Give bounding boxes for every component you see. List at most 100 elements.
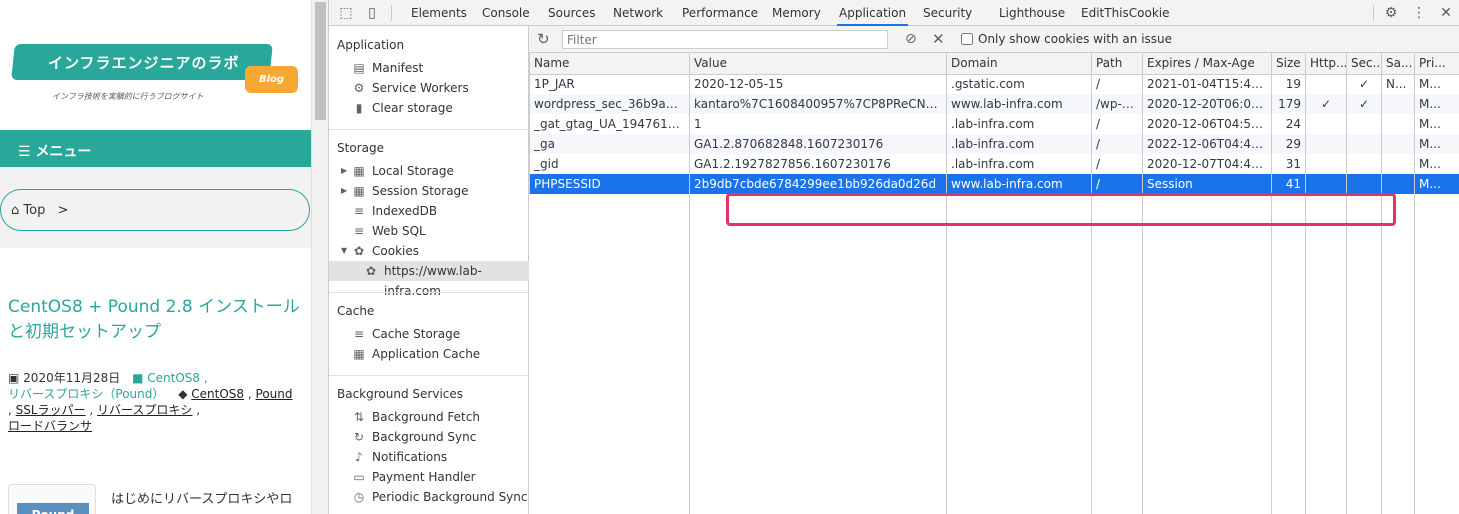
cell-path[interactable]: / <box>1091 154 1143 174</box>
article-thumbnail[interactable]: Pound <box>8 484 96 514</box>
sidebar-item-application-cache[interactable]: ▦ Application Cache <box>329 344 529 364</box>
delete-selected-icon[interactable]: ✕ <box>932 30 948 48</box>
article-title[interactable]: CentOS8 + Pound 2.8 インストールと初期セットアップ <box>8 295 304 345</box>
cell-path[interactable]: / <box>1091 74 1143 94</box>
sidebar-item-manifest[interactable]: ▤ Manifest <box>329 58 529 78</box>
table-row[interactable]: PHPSESSID 2b9db7cbde6784299ee1bb926da0d26… <box>529 174 1459 194</box>
cell-expires[interactable]: 2020-12-06T04:50:35... <box>1142 114 1272 134</box>
cell-priority[interactable]: M... <box>1414 154 1459 174</box>
column-header-samesite[interactable]: Sa... <box>1381 53 1415 75</box>
sidebar-item-background-sync[interactable]: ↻ Background Sync <box>329 427 529 447</box>
cell-value[interactable]: GA1.2.870682848.1607230176 <box>689 134 947 154</box>
cell-domain[interactable]: .lab-infra.com <box>946 114 1092 134</box>
table-row[interactable]: _ga GA1.2.870682848.1607230176 .lab-infra.… <box>529 134 1459 154</box>
site-scrollbar[interactable] <box>311 0 328 514</box>
category-link[interactable]: リバースプロキシ（Pound） <box>8 387 164 401</box>
cell-name[interactable]: PHPSESSID <box>529 174 690 194</box>
column-header-secure[interactable]: Sec... <box>1346 53 1382 75</box>
cell-domain[interactable]: www.lab-infra.com <box>946 174 1092 194</box>
sidebar-item-notifications[interactable]: ♪ Notifications <box>329 447 529 467</box>
cell-name[interactable]: _ga <box>529 134 690 154</box>
column-header-path[interactable]: Path <box>1091 53 1143 75</box>
cell-samesite[interactable] <box>1381 174 1415 194</box>
cell-http[interactable] <box>1305 74 1347 94</box>
expand-arrow-icon[interactable]: ▶ <box>341 181 347 201</box>
cell-name[interactable]: _gat_gtag_UA_194761­79_4 <box>529 114 690 134</box>
cell-secure[interactable]: ✓ <box>1346 94 1382 114</box>
cell-samesite[interactable] <box>1381 154 1415 174</box>
cell-domain[interactable]: .lab-infra.com <box>946 134 1092 154</box>
cell-secure[interactable]: ✓ <box>1346 74 1382 94</box>
column-header-value[interactable]: Value <box>689 53 947 75</box>
cell-size[interactable]: 24 <box>1271 114 1306 134</box>
column-header-name[interactable]: Name <box>529 53 690 75</box>
cell-secure[interactable] <box>1346 154 1382 174</box>
cell-http[interactable]: ✓ <box>1305 94 1347 114</box>
cell-expires[interactable]: 2021-01-04T15:41:19... <box>1142 74 1272 94</box>
cell-path[interactable]: /wp-c... <box>1091 94 1143 114</box>
sidebar-item-cookies[interactable]: ▼ ✿ Cookies <box>329 241 529 261</box>
tab-sources[interactable]: Sources <box>546 0 597 26</box>
cell-domain[interactable]: www.lab-infra.com <box>946 94 1092 114</box>
cell-name[interactable]: wordpress_sec_36b9a92... <box>529 94 690 114</box>
tab-security[interactable]: Security <box>921 0 974 26</box>
table-row[interactable]: _gat_gtag_UA_194761­79_4 1 .lab-infra.com /… <box>529 114 1459 134</box>
checkbox[interactable] <box>961 33 973 45</box>
sidebar-item-periodic-background-sync[interactable]: ◷ Periodic Background Sync <box>329 487 529 507</box>
tab-elements[interactable]: Elements <box>409 0 469 26</box>
cell-http[interactable] <box>1305 154 1347 174</box>
column-header-priority[interactable]: Pri... <box>1414 53 1459 75</box>
cell-priority[interactable]: M... <box>1414 134 1459 154</box>
cell-size[interactable]: 31 <box>1271 154 1306 174</box>
tab-performance[interactable]: Performance <box>680 0 760 26</box>
tab-memory[interactable]: Memory <box>770 0 823 26</box>
cell-path[interactable]: / <box>1091 114 1143 134</box>
cell-samesite[interactable] <box>1381 134 1415 154</box>
sidebar-item-web-sql[interactable]: ≡ Web SQL <box>329 221 529 241</box>
sidebar-item-cache-storage[interactable]: ≡ Cache Storage <box>329 324 529 344</box>
refresh-icon[interactable]: ↻ <box>537 30 553 48</box>
cell-size[interactable]: 41 <box>1271 174 1306 194</box>
column-header-expires[interactable]: Expires / Max-Age <box>1142 53 1272 75</box>
collapse-arrow-icon[interactable]: ▼ <box>341 241 347 261</box>
table-row[interactable]: _gid GA1.2.1927827856.1607230176 .lab-infr… <box>529 154 1459 174</box>
cell-http[interactable] <box>1305 134 1347 154</box>
sidebar-item-payment-handler[interactable]: ▭ Payment Handler <box>329 467 529 487</box>
cell-value[interactable]: kantaro%7C1608400957%7CP8PReCNk9gUg... <box>689 94 947 114</box>
cell-name[interactable]: 1P_JAR <box>529 74 690 94</box>
sidebar-item-session-storage[interactable]: ▶ ▦ Session Storage <box>329 181 529 201</box>
sidebar-item-cookie-origin[interactable]: ✿ https://www.lab-infra.com <box>329 261 529 298</box>
close-icon[interactable]: ✕ <box>1437 4 1455 22</box>
cell-http[interactable] <box>1305 174 1347 194</box>
cell-name[interactable]: _gid <box>529 154 690 174</box>
cell-value[interactable]: 1 <box>689 114 947 134</box>
inspect-element-icon[interactable]: ⬚ <box>337 4 355 22</box>
tab-console[interactable]: Console <box>480 0 532 26</box>
cookie-filter-input[interactable] <box>562 30 888 49</box>
cell-secure[interactable] <box>1346 174 1382 194</box>
tag-link[interactable]: CentOS8 <box>191 387 244 401</box>
category-link[interactable]: CentOS8 , <box>147 371 207 385</box>
cell-value[interactable]: GA1.2.1927827856.1607230176 <box>689 154 947 174</box>
cell-secure[interactable] <box>1346 114 1382 134</box>
column-header-domain[interactable]: Domain <box>946 53 1092 75</box>
cell-samesite[interactable]: N... <box>1381 74 1415 94</box>
cell-secure[interactable] <box>1346 134 1382 154</box>
only-issue-checkbox[interactable]: Only show cookies with an issue <box>961 32 1172 46</box>
cell-size[interactable]: 179 <box>1271 94 1306 114</box>
cell-expires[interactable]: 2020-12-07T04:49:35... <box>1142 154 1272 174</box>
cell-expires[interactable]: Session <box>1142 174 1272 194</box>
cell-path[interactable]: / <box>1091 134 1143 154</box>
cell-value[interactable]: 2020-12-05-15 <box>689 74 947 94</box>
settings-gear-icon[interactable]: ⚙ <box>1382 4 1400 22</box>
cell-samesite[interactable] <box>1381 114 1415 134</box>
cell-expires[interactable]: 2020-12-20T06:02:53... <box>1142 94 1272 114</box>
cell-priority[interactable]: M... <box>1414 94 1459 114</box>
cell-priority[interactable]: M... <box>1414 74 1459 94</box>
tag-link[interactable]: リバースプロキシ <box>97 403 192 417</box>
sidebar-item-clear-storage[interactable]: ▮ Clear storage <box>329 98 529 118</box>
sidebar-item-indexeddb[interactable]: ≡ IndexedDB <box>329 201 529 221</box>
sidebar-item-background-fetch[interactable]: ⇅ Background Fetch <box>329 407 529 427</box>
cell-path[interactable]: / <box>1091 174 1143 194</box>
breadcrumb-top-link[interactable]: Top <box>23 203 45 218</box>
